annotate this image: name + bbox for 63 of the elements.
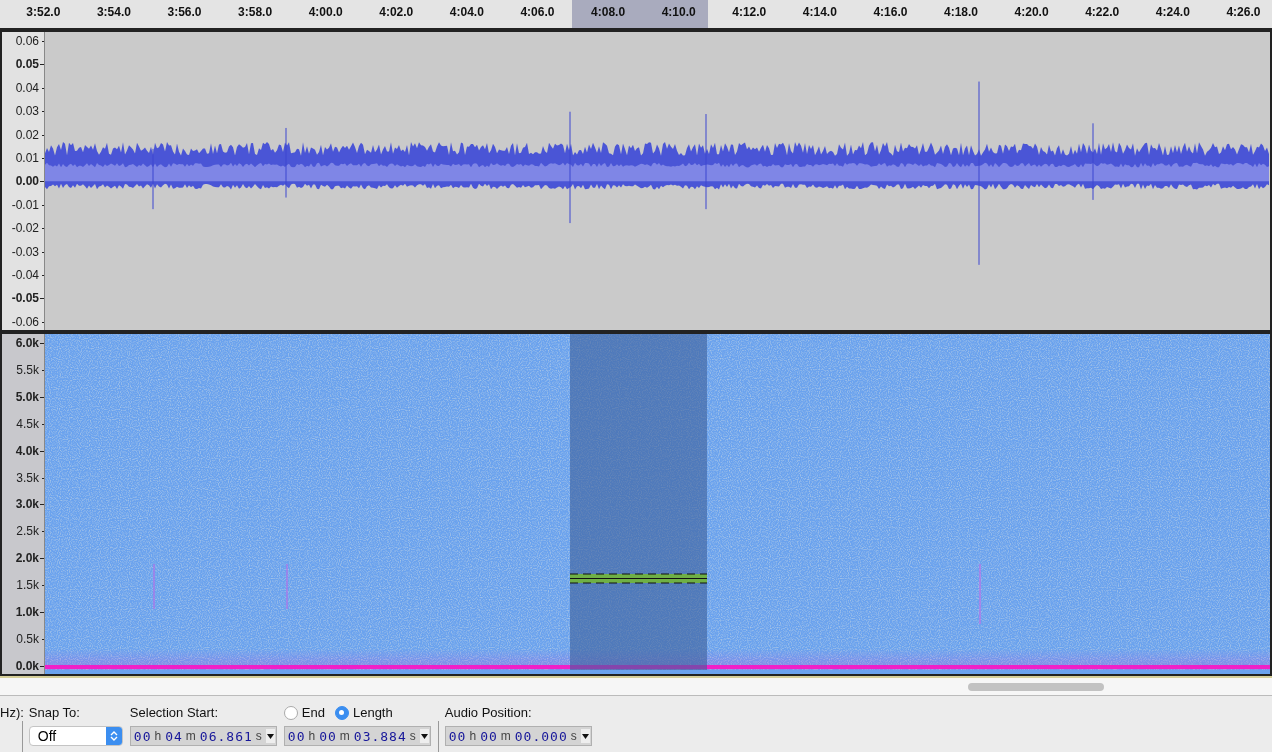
rate-label: Hz): (0, 705, 24, 720)
axis-label: -0.03 (11, 245, 44, 258)
axis-label: -0.02 (11, 222, 44, 235)
axis-label: 0.01 (15, 152, 44, 165)
axis-label: 0.03 (15, 105, 44, 118)
caret-icon (580, 729, 590, 743)
scrollbar-thumb[interactable] (968, 682, 1104, 691)
axis-label: 1.5k (16, 579, 44, 592)
axis-label: 0.00 (15, 175, 44, 188)
ruler-label: 4:24.0 (1155, 5, 1190, 19)
selection-start-field[interactable]: 00 h 04 m 06.861 s (129, 726, 277, 746)
axis-label: 0.02 (15, 128, 44, 141)
ruler-label: 4:06.0 (520, 5, 555, 19)
audio-position-field[interactable]: 00 h 00 m 00.000 s (444, 726, 592, 746)
caret-icon (419, 729, 429, 743)
updown-icon (109, 730, 118, 742)
snap-select[interactable]: Off (28, 726, 123, 746)
snap-label: Snap To: (28, 705, 81, 720)
ruler-label: 4:22.0 (1085, 5, 1120, 19)
axis-label: 2.5k (16, 525, 44, 538)
ruler-label: 3:58.0 (238, 5, 273, 19)
ruler-label: 4:26.0 (1226, 5, 1261, 19)
axis-label: 2.0k (15, 552, 44, 565)
axis-label: 4.5k (16, 417, 44, 430)
axis-label: 5.5k (16, 363, 44, 376)
axis-label: 5.0k (15, 390, 44, 403)
ruler-label: 3:56.0 (167, 5, 202, 19)
ruler-label: 4:10.0 (661, 5, 696, 19)
horizontal-scrollbar[interactable] (0, 676, 1272, 695)
axis-label: 1.0k (15, 606, 44, 619)
selection-start-label: Selection Start: (129, 705, 219, 720)
axis-label: 4.0k (15, 444, 44, 457)
axis-label: -0.01 (11, 198, 44, 211)
radio-button[interactable] (334, 705, 349, 720)
ruler-label: 4:04.0 (449, 5, 484, 19)
ruler-label: 3:54.0 (96, 5, 131, 19)
axis-label: 0.5k (16, 632, 44, 645)
axis-label: 6.0k (15, 337, 44, 349)
axis-label: 0.05 (15, 58, 44, 71)
axis-label: 3.0k (15, 498, 44, 511)
ruler-label: 4:12.0 (732, 5, 767, 19)
axis-label: 0.0k (15, 659, 44, 672)
selection-length-field[interactable]: 00 h 00 m 03.884 s (283, 726, 431, 746)
ruler-label: 4:20.0 (1014, 5, 1049, 19)
ruler-label: 4:16.0 (873, 5, 908, 19)
axis-label: 0.04 (15, 81, 44, 94)
caret-icon (265, 729, 275, 743)
axis-label: -0.06 (11, 315, 44, 328)
radio-button[interactable] (283, 705, 298, 720)
ruler-label: 4:18.0 (944, 5, 979, 19)
axis-label: -0.04 (11, 269, 44, 282)
radio-label: End (301, 705, 325, 720)
radio-label: Length (352, 705, 393, 720)
audio-position-label: Audio Position: (444, 705, 533, 720)
axis-label: 3.5k (16, 471, 44, 484)
axis-label: 0.06 (15, 35, 44, 47)
axis-label: -0.05 (11, 292, 44, 305)
ruler-label: 4:02.0 (379, 5, 414, 19)
ruler-label: 4:00.0 (308, 5, 343, 19)
ruler-label: 4:08.0 (591, 5, 626, 19)
timeline-ruler[interactable]: 3:52.0 3:54.0 3:56.0 3:58.0 4:00.0 4:02.0 4:04.0 4:06.0 4:08.0 4:10.0 4:12.0 4:14.0 4:16.0 4:18.0 4:20.0 4:22.0 4:24.0 4:26.0 (0, 0, 1272, 30)
ruler-label: 4:14.0 (802, 5, 837, 19)
ruler-label: 3:52.0 (26, 5, 61, 19)
